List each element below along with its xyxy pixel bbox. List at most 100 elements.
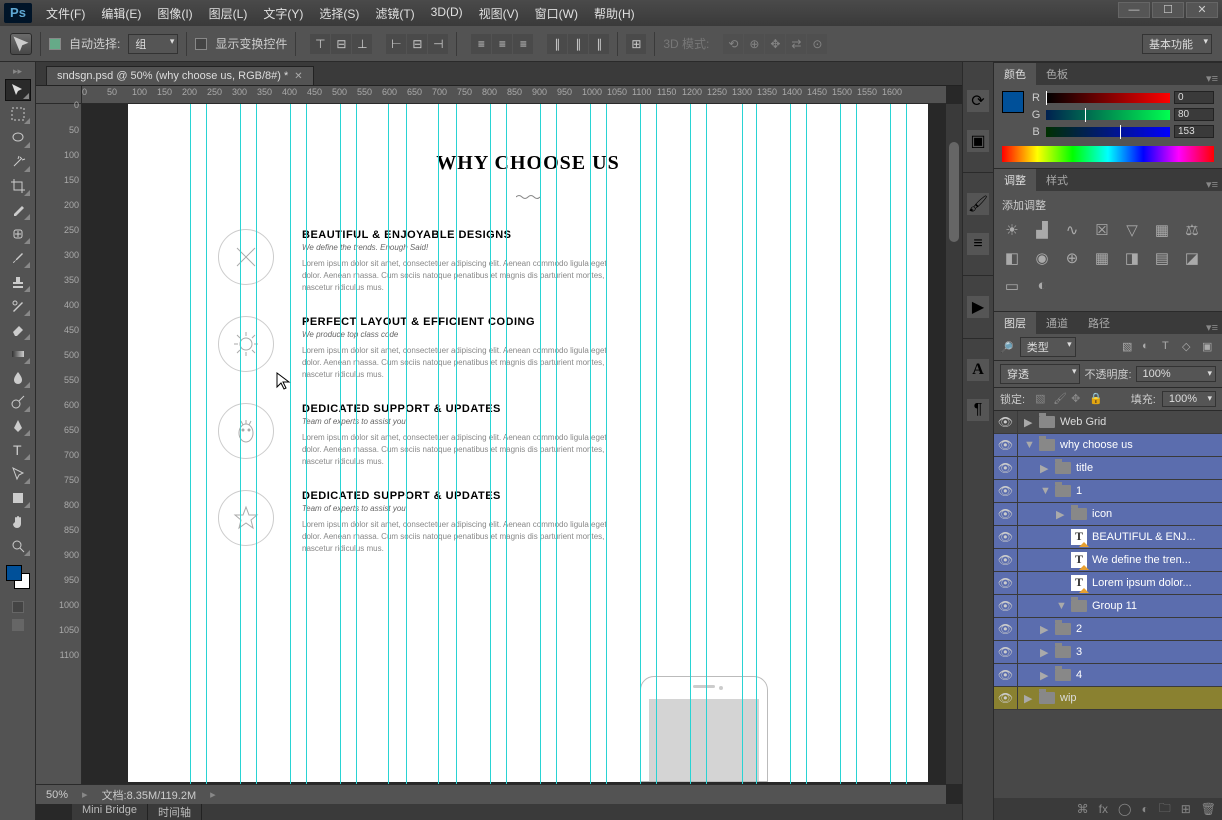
align-vmid-icon[interactable]: ⊟ [331, 34, 351, 54]
document-tab[interactable]: sndsgn.psd @ 50% (why choose us, RGB/8#)… [46, 66, 314, 85]
layer-row[interactable]: 👁▶title [994, 457, 1222, 480]
lock-all-icon[interactable]: 🔒 [1089, 392, 1103, 406]
auto-select-checkbox[interactable] [49, 38, 61, 50]
visibility-toggle[interactable]: 👁 [994, 480, 1018, 502]
brightness-icon[interactable]: ☀ [1002, 221, 1022, 239]
healing-tool[interactable] [5, 223, 31, 245]
history-panel-icon[interactable]: ⟳ [967, 90, 989, 112]
fill-input[interactable]: 100% [1162, 391, 1216, 407]
bottom-tab[interactable]: 时间轴 [148, 804, 202, 820]
guide[interactable] [340, 104, 341, 784]
history-brush-tool[interactable] [5, 295, 31, 317]
guide[interactable] [706, 104, 707, 784]
mixer-icon[interactable]: ⊕ [1062, 249, 1082, 267]
lock-paint-icon[interactable]: 🖌 [1053, 392, 1067, 406]
new-fill-icon[interactable]: ◐ [1141, 802, 1148, 816]
guide[interactable] [388, 104, 389, 784]
link-layers-icon[interactable]: ⌘ [1077, 802, 1089, 816]
tab-styles[interactable]: 样式 [1036, 169, 1078, 191]
workspace-preset-dropdown[interactable]: 基本功能 [1142, 34, 1212, 54]
guide[interactable] [656, 104, 657, 784]
tab-color[interactable]: 颜色 [994, 63, 1036, 85]
layer-row[interactable]: 👁TBEAUTIFUL & ENJ... [994, 526, 1222, 549]
channel-slider[interactable] [1046, 127, 1170, 137]
twisty-icon[interactable]: ▼ [1040, 485, 1050, 497]
twisty-icon[interactable]: ▶ [1040, 646, 1050, 659]
pen-tool[interactable] [5, 415, 31, 437]
vertical-scrollbar[interactable] [946, 104, 962, 784]
layer-filter-dropdown[interactable]: 类型 [1020, 337, 1076, 357]
gradient-map-icon[interactable]: ▭ [1002, 277, 1022, 295]
guide[interactable] [890, 104, 891, 784]
tab-channels[interactable]: 通道 [1036, 312, 1078, 334]
tool-preset-icon[interactable] [10, 33, 32, 55]
guide[interactable] [506, 104, 507, 784]
lock-pos-icon[interactable]: ✥ [1071, 392, 1085, 406]
foreground-swatch[interactable] [1002, 91, 1024, 113]
posterize-icon[interactable]: ▤ [1152, 249, 1172, 267]
vibrance-icon[interactable]: ▽ [1122, 221, 1142, 239]
guide[interactable] [456, 104, 457, 784]
layer-row[interactable]: 👁TWe define the tren... [994, 549, 1222, 572]
panel-menu-icon[interactable]: ▾≡ [1202, 321, 1222, 334]
layer-mask-icon[interactable]: ◯ [1118, 802, 1131, 816]
transform-controls-checkbox[interactable] [195, 38, 207, 50]
blend-mode-dropdown[interactable]: 穿透 [1000, 364, 1080, 384]
layer-row[interactable]: 👁▶wip [994, 687, 1222, 710]
lasso-tool[interactable] [5, 127, 31, 149]
selective-icon[interactable]: ◐ [1032, 277, 1052, 295]
filter-smart-icon[interactable]: ▣ [1202, 340, 1216, 354]
visibility-toggle[interactable]: 👁 [994, 595, 1018, 617]
crop-tool[interactable] [5, 175, 31, 197]
guide[interactable] [790, 104, 791, 784]
tab-layers[interactable]: 图层 [994, 312, 1036, 334]
layer-row[interactable]: 👁▶4 [994, 664, 1222, 687]
filter-shape-icon[interactable]: ◇ [1182, 340, 1196, 354]
guide[interactable] [490, 104, 491, 784]
align-top-icon[interactable]: ⊤ [310, 34, 330, 54]
guide[interactable] [856, 104, 857, 784]
hand-tool[interactable] [5, 511, 31, 533]
channel-value[interactable] [1174, 91, 1214, 104]
twisty-icon[interactable]: ▼ [1024, 439, 1034, 451]
guide[interactable] [756, 104, 757, 784]
layer-row[interactable]: 👁▶2 [994, 618, 1222, 641]
layer-row[interactable]: 👁▶icon [994, 503, 1222, 526]
twisty-icon[interactable]: ▶ [1024, 692, 1034, 705]
shape-tool[interactable] [5, 487, 31, 509]
dist-left-icon[interactable]: ∥ [547, 34, 567, 54]
twisty-icon[interactable]: ▶ [1040, 623, 1050, 636]
levels-icon[interactable]: ▟ [1032, 221, 1052, 239]
guide[interactable] [556, 104, 557, 784]
eyedropper-tool[interactable] [5, 199, 31, 221]
visibility-toggle[interactable]: 👁 [994, 549, 1018, 571]
guide[interactable] [540, 104, 541, 784]
menu-item[interactable]: 选择(S) [311, 2, 367, 25]
menu-item[interactable]: 编辑(E) [93, 2, 149, 25]
filter-adjust-icon[interactable]: ◐ [1142, 340, 1156, 354]
curves-icon[interactable]: ∿ [1062, 221, 1082, 239]
minimize-button[interactable]: — [1118, 2, 1150, 18]
invert-icon[interactable]: ◨ [1122, 249, 1142, 267]
align-left-icon[interactable]: ⊢ [386, 34, 406, 54]
layer-fx-icon[interactable]: fx [1099, 802, 1108, 816]
auto-select-mode-dropdown[interactable]: 组 [128, 34, 178, 54]
character-panel-icon[interactable]: A [967, 359, 989, 381]
twisty-icon[interactable]: ▶ [1040, 462, 1050, 475]
color-swatches[interactable] [4, 563, 32, 591]
visibility-toggle[interactable]: 👁 [994, 664, 1018, 686]
canvas-viewport[interactable]: WHY CHOOSE US BEAUTIFUL & ENJOYABLE DESI… [82, 104, 946, 784]
dist-right-icon[interactable]: ∥ [589, 34, 609, 54]
type-tool[interactable]: T [5, 439, 31, 461]
balance-icon[interactable]: ⚖ [1182, 221, 1202, 239]
channel-slider[interactable] [1046, 93, 1170, 103]
opacity-input[interactable]: 100% [1136, 366, 1216, 382]
threshold-icon[interactable]: ◪ [1182, 249, 1202, 267]
new-layer-icon[interactable]: ⊞ [1181, 802, 1191, 816]
align-bottom-icon[interactable]: ⊥ [352, 34, 372, 54]
horizontal-ruler[interactable]: 0501001502002503003504004505005506006507… [82, 86, 946, 104]
bottom-tab[interactable]: Mini Bridge [72, 804, 148, 820]
align-hmid-icon[interactable]: ⊟ [407, 34, 427, 54]
channel-value[interactable] [1174, 108, 1214, 121]
twisty-icon[interactable]: ▶ [1056, 508, 1066, 521]
